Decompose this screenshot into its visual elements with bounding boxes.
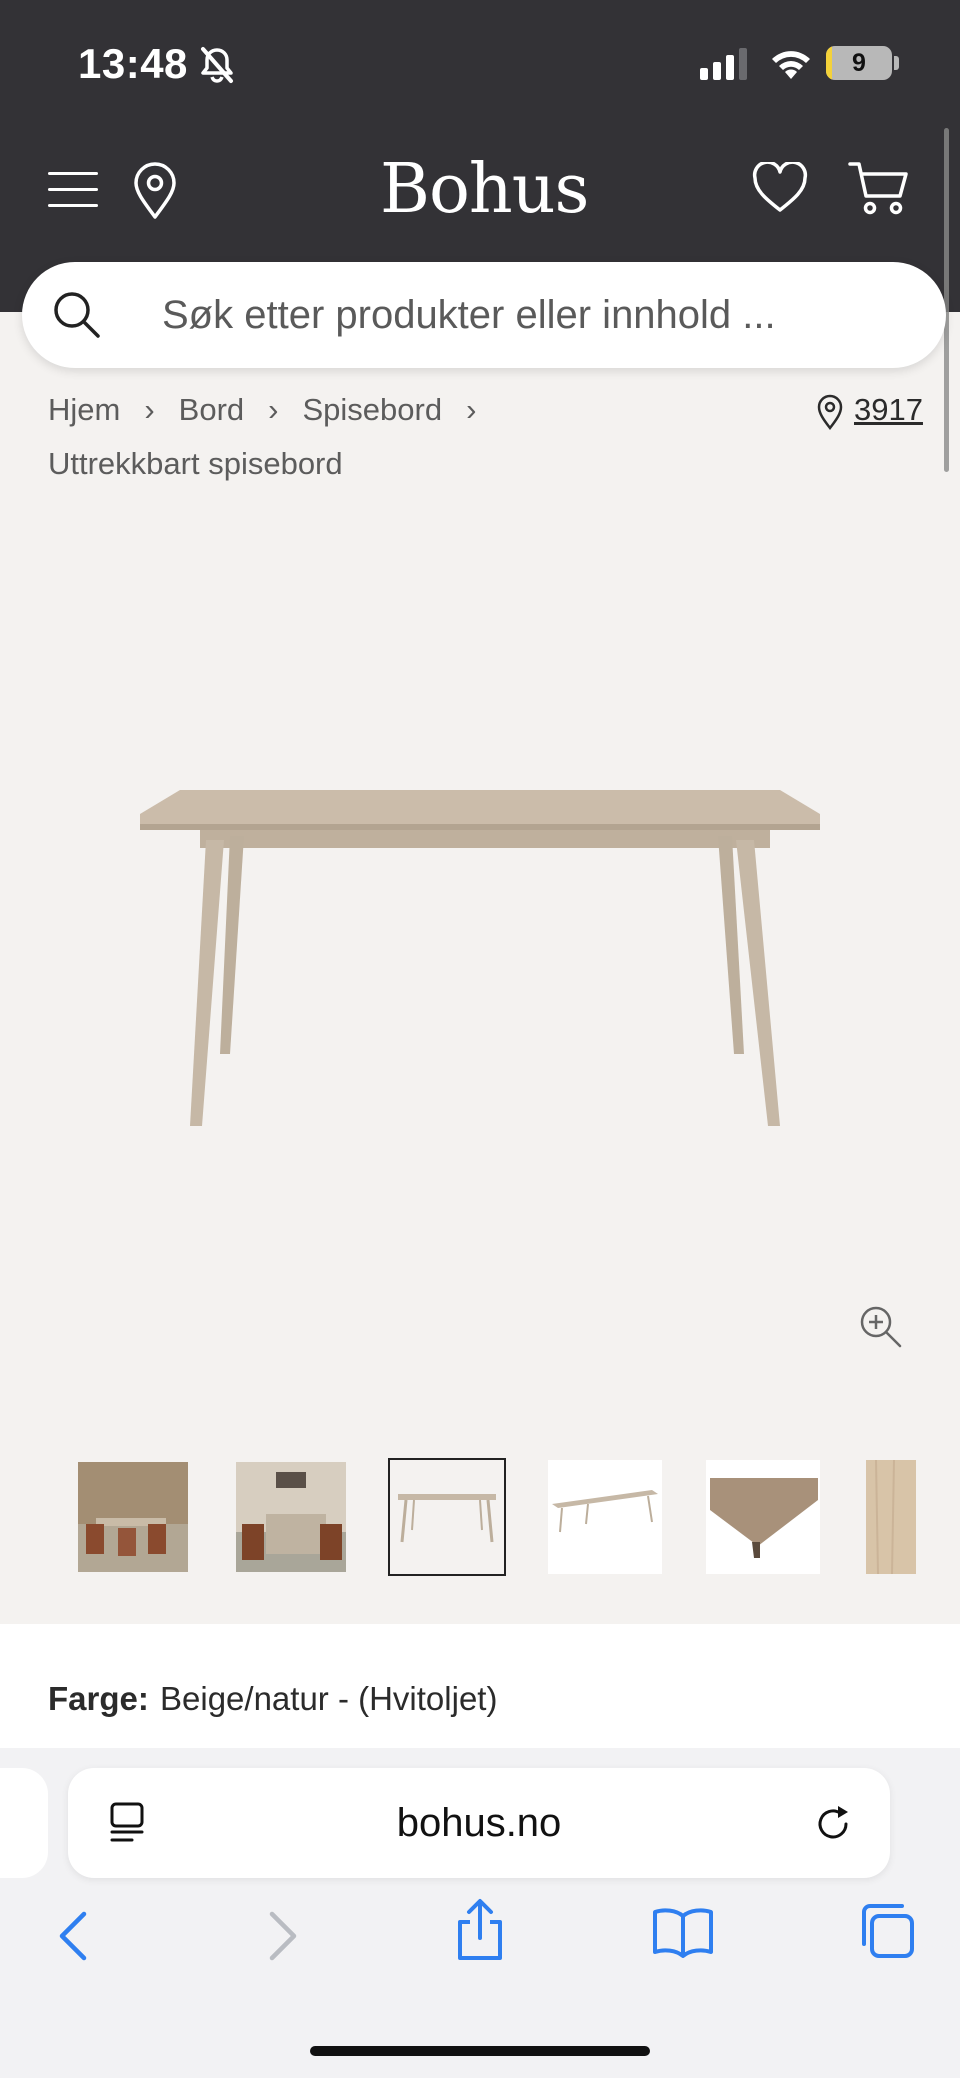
battery-tip: [894, 56, 899, 70]
home-indicator: [310, 2046, 650, 2056]
thumbnail-table-corner[interactable]: [706, 1460, 820, 1574]
share-icon[interactable]: [454, 1898, 506, 1962]
thumbnail-table-front-selected[interactable]: [388, 1458, 506, 1576]
store-location-icon: [817, 394, 843, 430]
wishlist-heart-icon[interactable]: [752, 162, 808, 214]
page-scrollbar[interactable]: [944, 128, 949, 472]
thumbnail-strip: [0, 1452, 960, 1582]
thumbnail-room-2[interactable]: [236, 1462, 346, 1572]
chevron-right-icon: ›: [144, 392, 155, 427]
thumbnail-table-extended[interactable]: [548, 1460, 662, 1574]
breadcrumb-current: Uttrekkbart spisebord: [48, 446, 343, 481]
hamburger-menu-icon[interactable]: [48, 166, 98, 210]
tabs-icon[interactable]: [858, 1902, 916, 1960]
thumbnail-room-1[interactable]: [78, 1462, 188, 1572]
product-info-panel: Farge: Beige/natur - (Hvitoljet): [0, 1624, 960, 1756]
bell-muted-icon: [201, 47, 233, 83]
status-time: 13:48: [78, 40, 188, 87]
bohus-logo[interactable]: Bohus: [380, 150, 589, 229]
breadcrumb-bord[interactable]: Bord: [179, 392, 244, 428]
location-pin-icon[interactable]: [132, 162, 178, 220]
breadcrumb-spisebord[interactable]: Spisebord: [302, 392, 442, 428]
thumbnail-wood-texture[interactable]: [866, 1460, 916, 1574]
store-number-link[interactable]: 3917: [854, 392, 923, 428]
forward-icon[interactable]: [262, 1908, 302, 1964]
previous-tab-preview[interactable]: [0, 1768, 48, 1878]
zoom-in-icon[interactable]: [858, 1304, 904, 1350]
color-label: Farge:: [48, 1680, 149, 1717]
url-text: bohus.no: [396, 1801, 562, 1845]
chevron-right-icon: ›: [268, 392, 279, 427]
search-bar[interactable]: [22, 262, 946, 368]
battery-percent: 9: [852, 49, 866, 77]
color-value: Beige/natur - (Hvitoljet): [160, 1680, 498, 1717]
cellular-signal-icon: [700, 48, 747, 80]
product-image-dining-table[interactable]: [120, 790, 840, 1140]
reload-icon[interactable]: [814, 1802, 854, 1844]
search-icon: [54, 292, 100, 338]
breadcrumb: Hjem › Bord › Spisebord ›: [48, 392, 500, 428]
chevron-right-icon: ›: [466, 392, 477, 427]
search-input[interactable]: [162, 262, 902, 368]
back-icon[interactable]: [54, 1908, 94, 1964]
breadcrumb-home[interactable]: Hjem: [48, 392, 120, 428]
wifi-icon: [772, 51, 810, 79]
battery-indicator: 9: [826, 46, 892, 80]
browser-toolbar: bohus.no: [0, 1748, 960, 2078]
shopping-cart-icon[interactable]: [848, 160, 910, 216]
address-bar[interactable]: bohus.no: [68, 1768, 890, 1878]
bookmarks-icon[interactable]: [652, 1906, 714, 1958]
